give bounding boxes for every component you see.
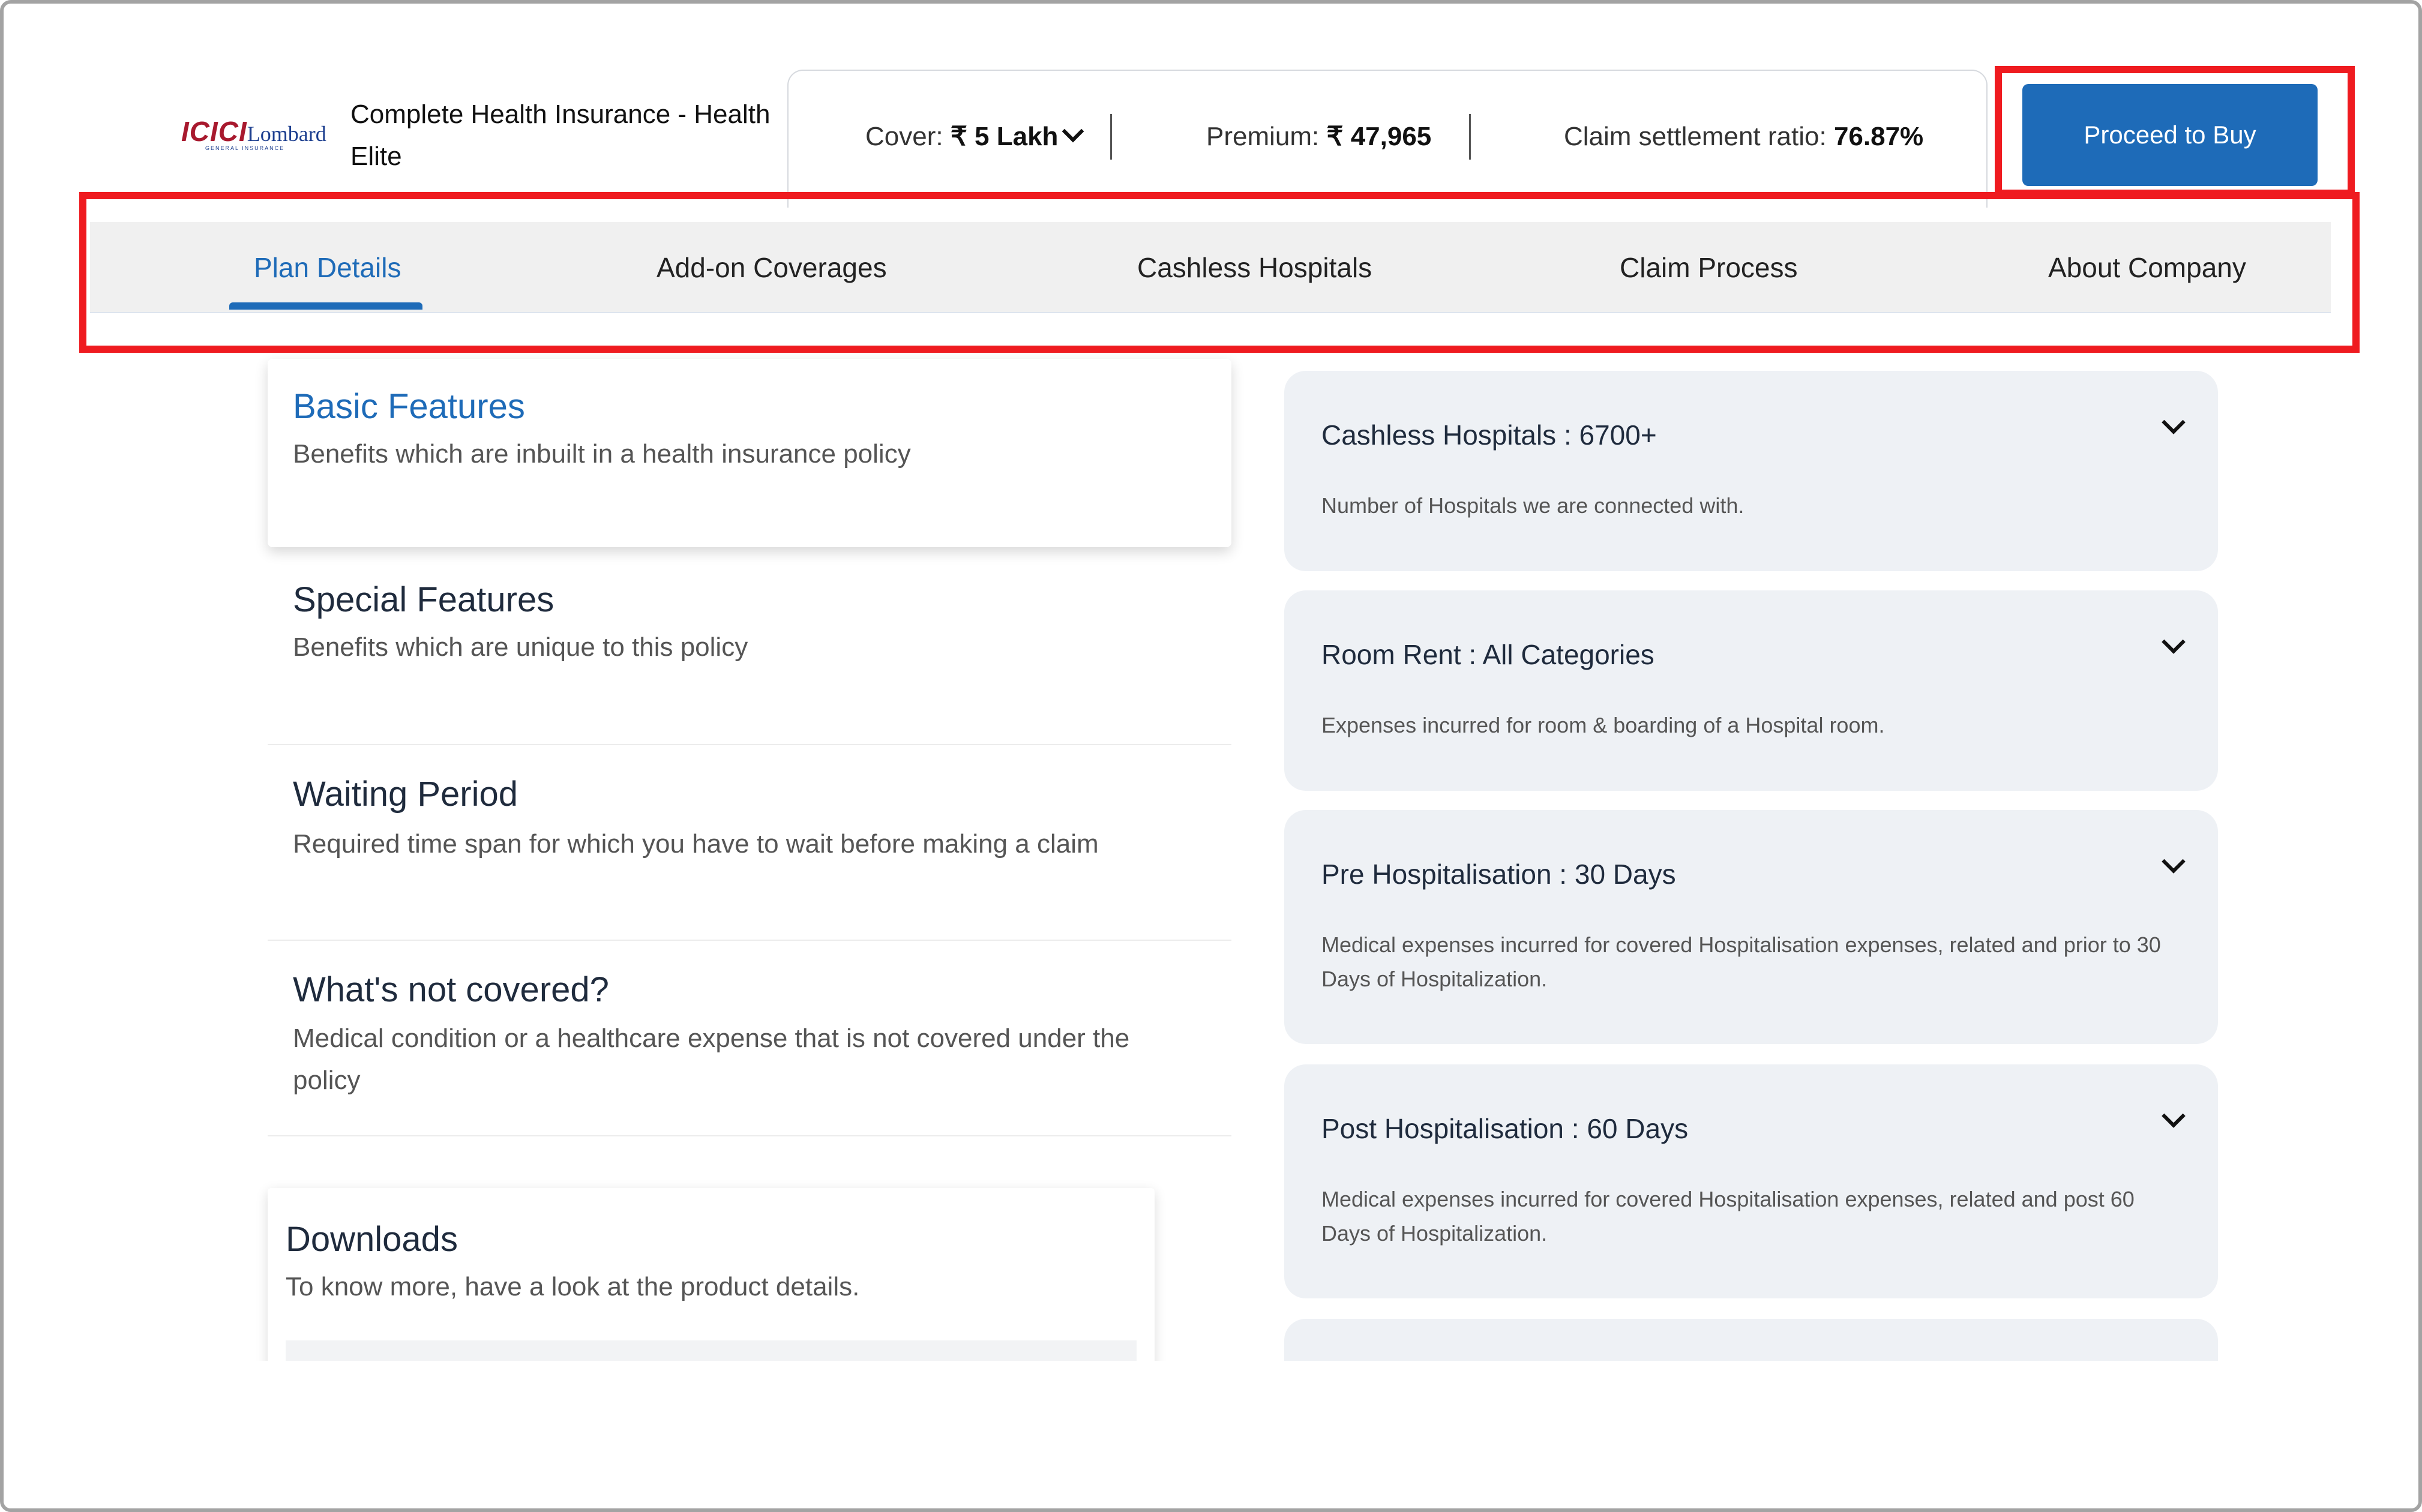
feature-title: Basic Features xyxy=(293,387,525,426)
browser-viewport: ICICILombard GENERAL INSURANCE Complete … xyxy=(0,0,2422,1512)
plan-name: Complete Health Insurance - Health Elite xyxy=(350,100,771,171)
feature-title: Special Features xyxy=(293,580,554,619)
icici-lombard-logo[interactable]: ICICILombard GENERAL INSURANCE xyxy=(181,112,329,160)
logo-text-icici: ICICI xyxy=(181,116,247,147)
chevron-down-icon[interactable] xyxy=(2162,630,2186,654)
summary-divider xyxy=(1110,114,1112,160)
logo-wordmark: ICICILombard xyxy=(181,115,326,148)
feature-item-waiting-period[interactable]: Waiting Period Required time span for wh… xyxy=(268,748,1231,941)
feature-description: Medical condition or a healthcare expens… xyxy=(293,1024,1130,1095)
claim-settlement-label: Claim settlement ratio: xyxy=(1564,122,1827,151)
feature-item-whats-not-covered[interactable]: What's not covered? Medical condition or… xyxy=(268,943,1231,1136)
feature-description: Benefits which are inbuilt in a health i… xyxy=(293,439,911,469)
logo-text-lombard: Lombard xyxy=(247,122,326,146)
premium-display: Premium: ₹ 47,965 xyxy=(1206,71,1431,203)
cover-label: Cover: xyxy=(865,122,943,151)
feature-item-special-features[interactable]: Special Features Benefits which are uniq… xyxy=(268,562,1231,745)
detail-card-pre-hospitalisation[interactable]: Pre Hospitalisation : 30 Days Medical ex… xyxy=(1284,810,2218,1044)
cover-selector[interactable]: Cover: ₹ 5 Lakh xyxy=(865,71,1084,203)
page-bottom-blank xyxy=(4,1361,2418,1508)
feature-title: What's not covered? xyxy=(293,970,609,1009)
highlight-box-tabs xyxy=(79,192,2360,353)
card-title: Cashless Hospitals : 6700+ xyxy=(1321,419,1657,451)
claim-settlement-display: Claim settlement ratio: 76.87% xyxy=(1564,71,1923,203)
card-description: Medical expenses incurred for covered Ho… xyxy=(1321,1187,2135,1246)
downloads-title: Downloads xyxy=(286,1220,458,1259)
chevron-down-icon[interactable] xyxy=(1062,120,1084,143)
card-description: Expenses incurred for room & boarding of… xyxy=(1321,713,1885,737)
card-title: Pre Hospitalisation : 30 Days xyxy=(1321,859,1676,890)
feature-item-basic-features[interactable]: Basic Features Benefits which are inbuil… xyxy=(268,359,1231,547)
feature-title: Waiting Period xyxy=(293,775,518,814)
feature-description: Required time span for which you have to… xyxy=(293,829,1099,859)
detail-card-room-rent[interactable]: Room Rent : All Categories Expenses incu… xyxy=(1284,590,2218,791)
chevron-down-icon[interactable] xyxy=(2162,410,2186,434)
card-title: Room Rent : All Categories xyxy=(1321,639,1654,670)
highlight-box-proceed xyxy=(1995,66,2355,197)
card-description: Medical expenses incurred for covered Ho… xyxy=(1321,932,2161,991)
card-description: Number of Hospitals we are connected wit… xyxy=(1321,493,1744,518)
claim-settlement-value: 76.87% xyxy=(1833,122,1924,151)
premium-value: ₹ 47,965 xyxy=(1326,122,1432,151)
plan-summary-bar: Cover: ₹ 5 Lakh Premium: ₹ 47,965 Claim … xyxy=(787,70,1988,208)
premium-label: Premium: xyxy=(1206,122,1320,151)
cover-value: ₹ 5 Lakh xyxy=(950,122,1059,151)
chevron-down-icon[interactable] xyxy=(2162,850,2186,874)
detail-card-cashless-hospitals[interactable]: Cashless Hospitals : 6700+ Number of Hos… xyxy=(1284,371,2218,571)
detail-card-post-hospitalisation[interactable]: Post Hospitalisation : 60 Days Medical e… xyxy=(1284,1064,2218,1298)
feature-description: Benefits which are unique to this policy xyxy=(293,632,748,662)
downloads-description: To know more, have a look at the product… xyxy=(286,1272,860,1301)
summary-divider xyxy=(1469,114,1471,160)
logo-subtext: GENERAL INSURANCE xyxy=(205,145,285,151)
chevron-down-icon[interactable] xyxy=(2162,1104,2186,1128)
card-title: Post Hospitalisation : 60 Days xyxy=(1321,1113,1689,1144)
